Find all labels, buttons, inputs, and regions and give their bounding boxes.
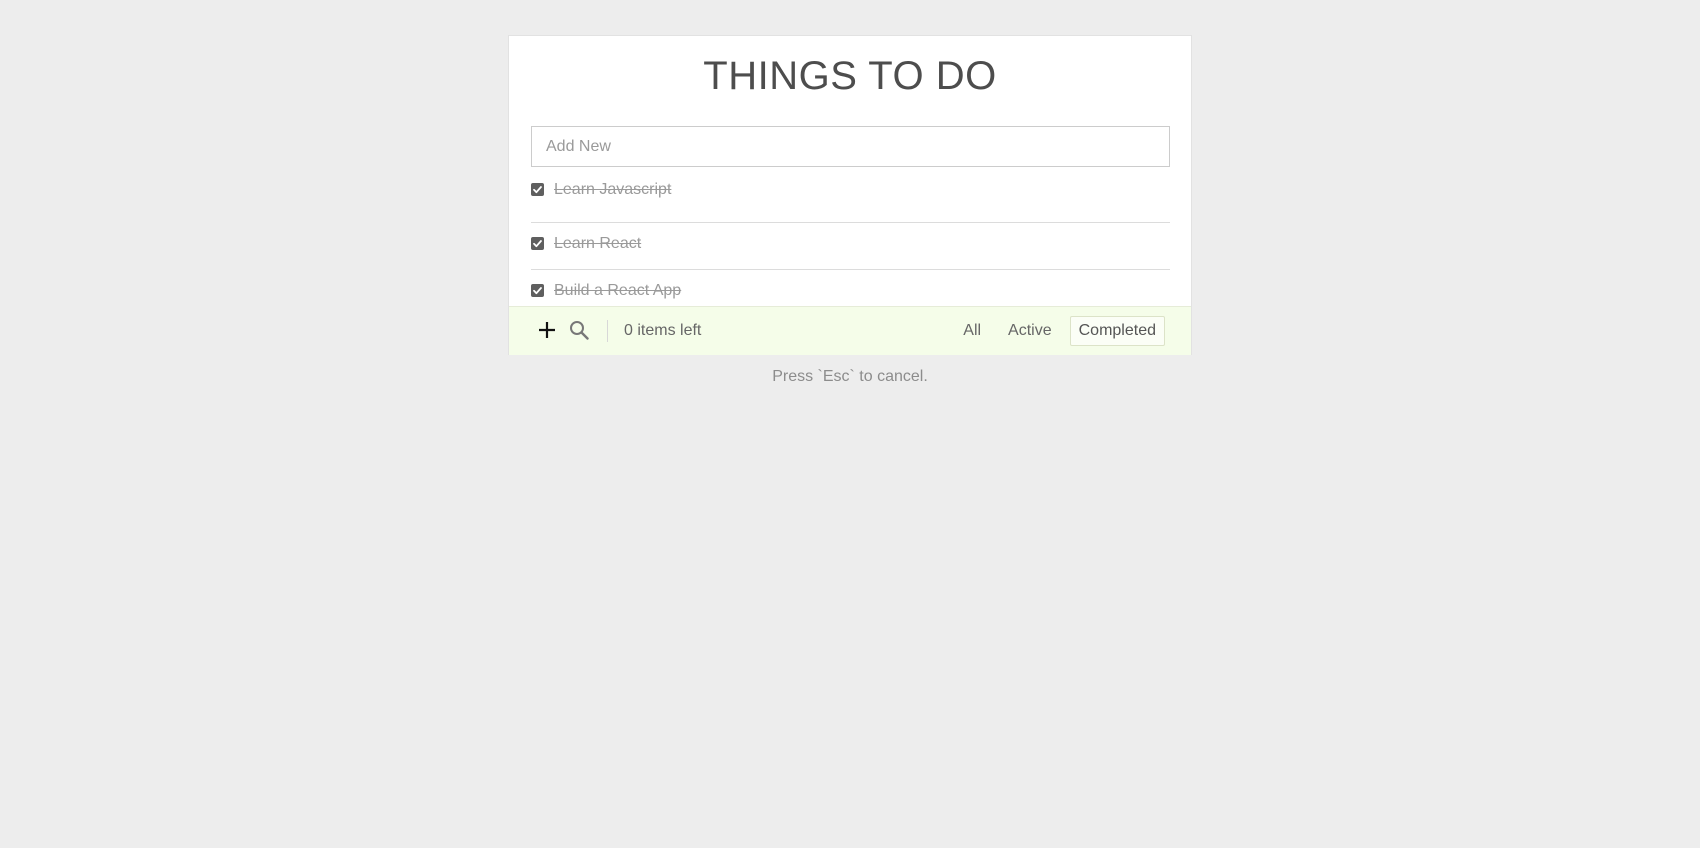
filter-completed[interactable]: Completed: [1069, 316, 1165, 346]
checkmark-icon: [533, 186, 542, 194]
filter-group: All Active Completed: [945, 316, 1165, 346]
footer-divider: [607, 320, 608, 342]
todo-label: Learn Javascript: [554, 181, 672, 198]
checkmark-icon: [533, 240, 542, 248]
page-title: THINGS TO DO: [703, 54, 997, 98]
list-item: Learn React: [531, 222, 1170, 269]
filter-all[interactable]: All: [954, 316, 990, 346]
list-item: Learn Javascript: [531, 176, 1170, 222]
cancel-hint: Press `Esc` to cancel.: [772, 368, 928, 385]
plus-icon[interactable]: [538, 321, 556, 339]
filter-active[interactable]: Active: [999, 316, 1061, 346]
todo-footer: 0 items left All Active Completed: [509, 306, 1191, 355]
add-new-input[interactable]: [531, 126, 1170, 167]
todo-checkbox[interactable]: [531, 284, 544, 297]
todo-label: Build a React App: [554, 282, 682, 299]
search-icon[interactable]: [569, 320, 589, 340]
todo-label: Learn React: [554, 235, 642, 252]
items-left-count: 0 items left: [624, 322, 702, 339]
todo-checkbox[interactable]: [531, 183, 544, 196]
todo-list: Learn Javascript Learn React Build a Rea…: [531, 176, 1170, 316]
todo-checkbox[interactable]: [531, 237, 544, 250]
todo-card: THINGS TO DO Learn Javascript Learn Reac…: [508, 35, 1192, 355]
checkmark-icon: [533, 287, 542, 295]
